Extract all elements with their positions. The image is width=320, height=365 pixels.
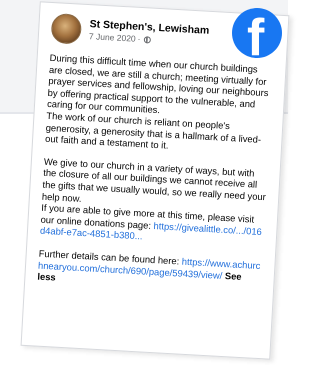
page-avatar[interactable] xyxy=(50,12,83,45)
facebook-logo-icon: f xyxy=(232,8,282,58)
post-date[interactable]: 7 June 2020 xyxy=(89,31,136,45)
facebook-f-glyph: f xyxy=(247,9,265,58)
date-separator: · xyxy=(137,33,141,44)
post-header-text: St Stephen's, Lewisham 7 June 2020 · xyxy=(89,18,210,49)
post-body: During this difficult time when our chur… xyxy=(37,52,274,295)
globe-icon xyxy=(143,36,151,44)
